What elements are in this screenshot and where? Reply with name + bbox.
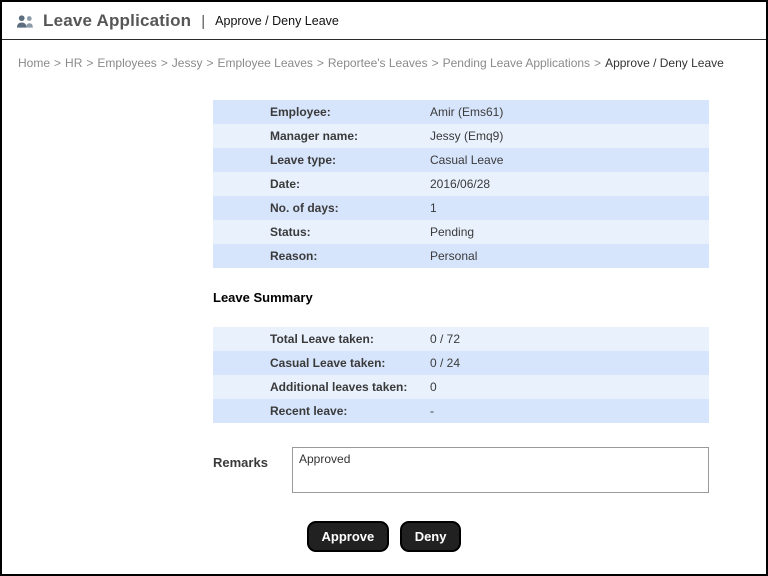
breadcrumb-item-hr[interactable]: HR xyxy=(65,56,82,70)
header: Leave Application | Approve / Deny Leave xyxy=(2,2,766,40)
breadcrumb-separator: > xyxy=(594,56,602,70)
breadcrumb: Home > HR > Employees > Jessy > Employee Leaves >… xyxy=(2,40,766,70)
summary-label: Additional leaves taken: xyxy=(270,380,408,394)
page: Leave Application | Approve / Deny Leave… xyxy=(0,0,768,576)
title-separator: | xyxy=(201,12,206,30)
detail-label: Employee: xyxy=(270,105,331,119)
summary-value: 0 xyxy=(430,380,437,394)
breadcrumb-separator: > xyxy=(431,56,439,70)
breadcrumb-item-jessy[interactable]: Jessy xyxy=(172,56,203,70)
table-row: Leave type: Casual Leave xyxy=(213,148,709,172)
detail-label: No. of days: xyxy=(270,201,339,215)
deny-button[interactable]: Deny xyxy=(399,521,462,552)
leave-details-table: Employee: Amir (Ems61) Manager name: Jes… xyxy=(213,100,709,268)
detail-label: Manager name: xyxy=(270,129,359,143)
summary-value: 0 / 24 xyxy=(430,356,461,370)
detail-label: Reason: xyxy=(270,249,318,263)
leave-summary-heading: Leave Summary xyxy=(213,290,313,305)
remarks-label: Remarks xyxy=(213,455,268,470)
breadcrumb-separator: > xyxy=(86,56,94,70)
remarks-section: Remarks Approved xyxy=(213,447,766,493)
table-row: Manager name: Jessy (Emq9) xyxy=(213,124,709,148)
table-row: Additional leaves taken: 0 xyxy=(213,375,709,399)
page-subtitle: Approve / Deny Leave xyxy=(215,14,339,28)
breadcrumb-item-employees[interactable]: Employees xyxy=(97,56,156,70)
detail-value: Casual Leave xyxy=(430,153,504,167)
action-buttons: Approve Deny xyxy=(2,521,766,552)
approve-button[interactable]: Approve xyxy=(306,521,390,552)
detail-value: Personal xyxy=(430,249,478,263)
detail-value: 1 xyxy=(430,201,437,215)
breadcrumb-item-reportees-leaves[interactable]: Reportee's Leaves xyxy=(328,56,428,70)
breadcrumb-separator: > xyxy=(160,56,168,70)
breadcrumb-item-pending-leave-applications[interactable]: Pending Leave Applications xyxy=(443,56,590,70)
table-row: Casual Leave taken: 0 / 24 xyxy=(213,351,709,375)
summary-label: Recent leave: xyxy=(270,404,348,418)
breadcrumb-item-employee-leaves[interactable]: Employee Leaves xyxy=(217,56,312,70)
detail-value: Jessy (Emq9) xyxy=(430,129,504,143)
table-row: Employee: Amir (Ems61) xyxy=(213,100,709,124)
breadcrumb-separator: > xyxy=(206,56,214,70)
users-icon xyxy=(16,14,35,29)
detail-label: Date: xyxy=(270,177,301,191)
summary-label: Casual Leave taken: xyxy=(270,356,386,370)
summary-label: Total Leave taken: xyxy=(270,332,374,346)
table-row: Reason: Personal xyxy=(213,244,709,268)
breadcrumb-item-home[interactable]: Home xyxy=(18,56,50,70)
detail-value: 2016/06/28 xyxy=(430,177,491,191)
breadcrumb-separator: > xyxy=(54,56,62,70)
page-title: Leave Application xyxy=(43,11,192,30)
detail-value: Pending xyxy=(430,225,475,239)
breadcrumb-separator: > xyxy=(316,56,324,70)
remarks-textarea[interactable]: Approved xyxy=(292,447,709,493)
leave-summary-table: Total Leave taken: 0 / 72 Casual Leave t… xyxy=(213,327,709,423)
table-row: Status: Pending xyxy=(213,220,709,244)
table-row: Recent leave: - xyxy=(213,399,709,423)
breadcrumb-item-current: Approve / Deny Leave xyxy=(605,56,724,70)
detail-label: Leave type: xyxy=(270,153,337,167)
detail-label: Status: xyxy=(270,225,311,239)
table-row: Total Leave taken: 0 / 72 xyxy=(213,327,709,351)
summary-value: - xyxy=(430,404,434,418)
table-row: No. of days: 1 xyxy=(213,196,709,220)
table-row: Date: 2016/06/28 xyxy=(213,172,709,196)
detail-value: Amir (Ems61) xyxy=(430,105,504,119)
summary-value: 0 / 72 xyxy=(430,332,461,346)
